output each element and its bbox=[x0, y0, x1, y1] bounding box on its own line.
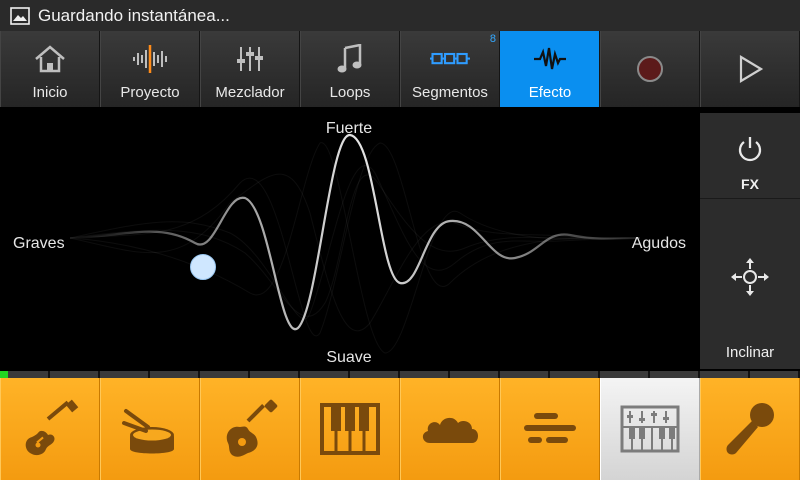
waveform-icon bbox=[130, 43, 170, 75]
tab-loops[interactable]: Loops bbox=[300, 31, 400, 107]
tilt-label: Inclinar bbox=[725, 344, 775, 361]
pad-label-right: Agudos bbox=[631, 235, 686, 252]
timeline-strip[interactable] bbox=[0, 371, 800, 378]
record-icon bbox=[630, 53, 670, 85]
fx-power-button[interactable]: FX bbox=[700, 113, 800, 199]
status-title: Guardando instantánea... bbox=[38, 5, 230, 25]
effect-waveform bbox=[69, 133, 641, 354]
timeline-segment bbox=[450, 371, 500, 378]
bass-lines-icon bbox=[524, 413, 576, 443]
timeline-segment bbox=[600, 371, 650, 378]
effect-wave-icon bbox=[530, 43, 570, 75]
instrument-electric-guitar[interactable] bbox=[0, 378, 100, 480]
tab-efecto[interactable]: Efecto bbox=[500, 31, 600, 107]
microphone-icon bbox=[726, 403, 774, 455]
segments-icon bbox=[430, 43, 470, 75]
instrument-bar bbox=[0, 378, 800, 480]
mixer-sliders-icon bbox=[230, 43, 270, 75]
tilt-button[interactable]: Inclinar bbox=[700, 201, 800, 369]
timeline-segment bbox=[50, 371, 100, 378]
timeline-segment bbox=[200, 371, 250, 378]
drum-icon bbox=[122, 409, 174, 454]
instrument-keyboard[interactable] bbox=[300, 378, 400, 480]
pad-label-top: Fuerte bbox=[325, 120, 373, 137]
timeline-segment bbox=[700, 371, 750, 378]
home-icon bbox=[30, 43, 70, 75]
segments-badge: 8 bbox=[489, 33, 496, 45]
pad-label-bottom: Suave bbox=[326, 349, 372, 366]
timeline-segment bbox=[300, 371, 350, 378]
fx-label: FX bbox=[741, 176, 759, 192]
record-button[interactable] bbox=[600, 31, 700, 107]
tab-mezclador-label: Mezclador bbox=[215, 84, 285, 101]
tab-inicio[interactable]: Inicio bbox=[0, 31, 100, 107]
piano-keys-icon bbox=[320, 403, 380, 455]
timeline-segment bbox=[400, 371, 450, 378]
side-panel: FX Inclinar bbox=[700, 113, 800, 369]
progress-fill bbox=[0, 371, 8, 378]
tab-efecto-label: Efecto bbox=[528, 84, 572, 101]
music-note-icon bbox=[330, 43, 370, 75]
cloud-pad-icon bbox=[422, 417, 478, 443]
play-icon bbox=[730, 53, 770, 85]
timeline-segment bbox=[150, 371, 200, 378]
timeline-segment bbox=[750, 371, 800, 378]
instrument-bass[interactable] bbox=[500, 378, 600, 480]
timeline-segment bbox=[100, 371, 150, 378]
electric-guitar-icon bbox=[25, 399, 79, 456]
play-button[interactable] bbox=[700, 31, 800, 107]
tab-proyecto-label: Proyecto bbox=[120, 84, 180, 101]
timeline-segment bbox=[550, 371, 600, 378]
tab-mezclador[interactable]: Mezclador bbox=[200, 31, 300, 107]
instrument-pad[interactable] bbox=[400, 378, 500, 480]
move-arrows-icon bbox=[730, 257, 770, 302]
timeline-segment bbox=[500, 371, 550, 378]
instrument-drums[interactable] bbox=[100, 378, 200, 480]
effect-cursor[interactable] bbox=[190, 254, 216, 280]
image-icon bbox=[10, 6, 30, 25]
timeline-segment bbox=[350, 371, 400, 378]
tab-segmentos-label: Segmentos bbox=[412, 84, 488, 101]
effect-pad[interactable]: Fuerte Suave Graves Agudos bbox=[0, 113, 698, 369]
pad-label-left: Graves bbox=[13, 235, 65, 252]
tab-proyecto[interactable]: Proyecto bbox=[100, 31, 200, 107]
synth-keyboard-icon bbox=[620, 405, 680, 453]
tab-loops-label: Loops bbox=[329, 84, 371, 101]
instrument-acoustic-guitar[interactable] bbox=[200, 378, 300, 480]
top-toolbar: Inicio Proyecto Mezclador Loops 8 Segmen… bbox=[0, 31, 800, 107]
power-icon bbox=[736, 135, 764, 168]
timeline-segment bbox=[250, 371, 300, 378]
acoustic-guitar-icon bbox=[226, 399, 278, 457]
instrument-vocals[interactable] bbox=[700, 378, 800, 480]
instrument-synth[interactable] bbox=[600, 378, 700, 480]
timeline-segment bbox=[650, 371, 700, 378]
status-bar: Guardando instantánea... bbox=[0, 0, 800, 31]
tab-segmentos[interactable]: 8 Segmentos bbox=[400, 31, 500, 107]
tab-inicio-label: Inicio bbox=[32, 84, 68, 101]
